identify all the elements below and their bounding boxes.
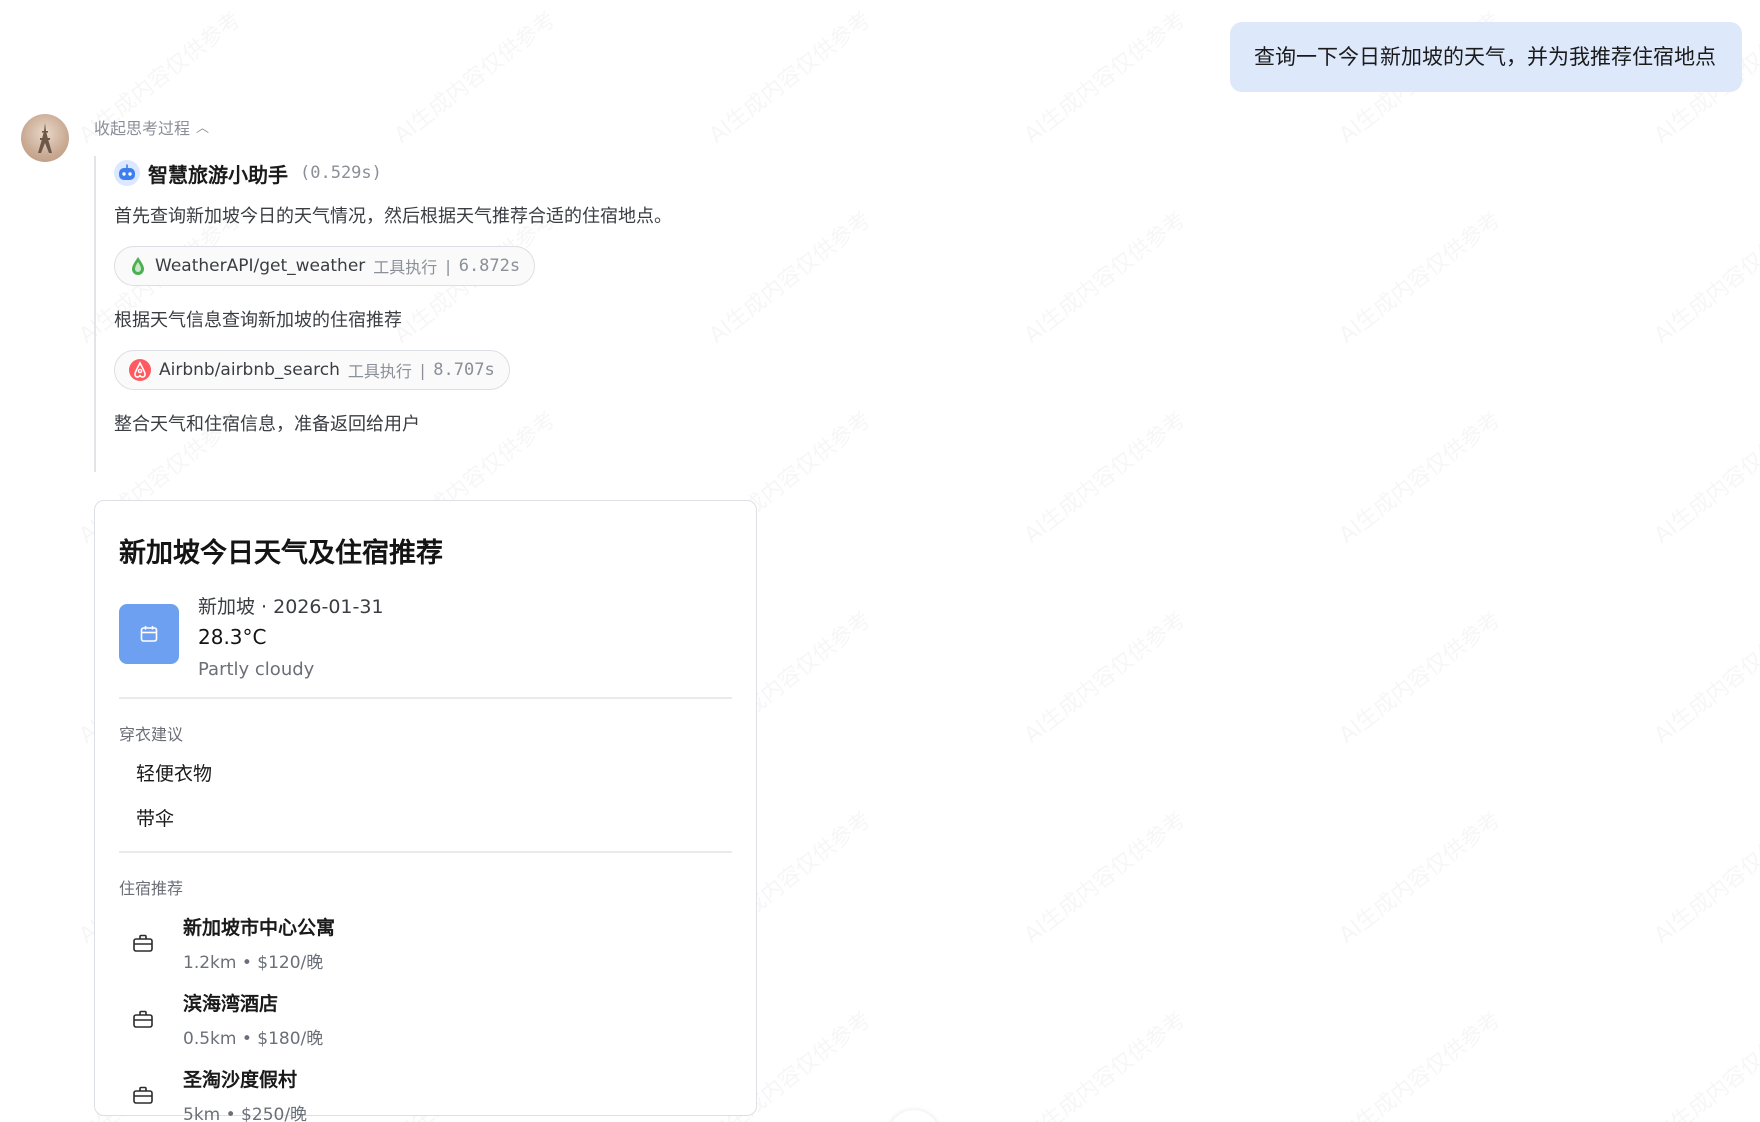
watermark-text: AI生成内容仅供参考 <box>1016 803 1191 950</box>
weather-summary: 新加坡 · 2026-01-31 28.3°C Partly cloudy <box>119 592 732 680</box>
briefcase-icon <box>133 1010 153 1028</box>
weather-place-date: 新加坡 · 2026-01-31 <box>198 596 384 618</box>
divider <box>119 697 732 699</box>
dress-section-label: 穿衣建议 <box>119 725 184 744</box>
tool-status: 工具执行 <box>347 362 412 381</box>
watermark-text: AI生成内容仅供参考 <box>1331 1003 1506 1122</box>
lodging-item[interactable]: 圣淘沙度假村 5km • $250/晚 <box>119 1065 732 1122</box>
watermark-text: AI生成内容仅供参考 <box>1016 203 1191 350</box>
thinking-step-text: 根据天气信息查询新加坡的住宿推荐 <box>114 310 402 331</box>
lodging-item[interactable]: 新加坡市中心公寓 1.2km • $120/晚 <box>119 913 732 973</box>
watermark-text: AI生成内容仅供参考 <box>1646 403 1760 550</box>
briefcase-icon <box>133 934 153 952</box>
tool-name: Airbnb/airbnb_search <box>159 360 340 380</box>
water-drop-icon <box>132 257 144 275</box>
tool-status: 工具执行 <box>373 258 438 277</box>
lodging-meta: 1.2km • $120/晚 <box>183 953 324 973</box>
tool-name: WeatherAPI/get_weather <box>155 256 366 276</box>
watermark-text: AI生成内容仅供参考 <box>1331 403 1506 550</box>
briefcase-icon <box>133 1086 153 1104</box>
assistant-avatar <box>21 114 69 162</box>
lodging-meta: 5km • $250/晚 <box>183 1105 308 1122</box>
watermark-text: AI生成内容仅供参考 <box>1331 603 1506 750</box>
user-message-text: 查询一下今日新加坡的天气，并为我推荐住宿地点 <box>1254 45 1716 69</box>
agent-response-time: (0.529s) <box>300 163 382 183</box>
chevron-up-icon: ︿ <box>196 120 210 136</box>
tool-separator: | <box>445 256 451 276</box>
tool-separator: | <box>419 360 426 380</box>
weather-temperature: 28.3°C <box>198 625 267 649</box>
lodging-name: 滨海湾酒店 <box>183 993 279 1015</box>
watermark-text: AI生成内容仅供参考 <box>701 3 876 150</box>
collapse-thinking-toggle[interactable]: 收起思考过程 ︿ <box>94 115 209 139</box>
thinking-step-text: 整合天气和住宿信息，准备返回给用户 <box>114 414 420 435</box>
thinking-step-text: 首先查询新加坡今日的天气情况，然后根据天气推荐合适的住宿地点。 <box>114 206 672 227</box>
dress-item: 轻便衣物 <box>136 763 213 785</box>
chat-page: AI生成内容仅供参考 AI生成内容仅供参考 AI生成内容仅供参考 AI生成内容仅供参考… <box>0 0 1760 1122</box>
watermark-text: AI生成内容仅供参考 <box>1016 603 1191 750</box>
scroll-to-bottom-button[interactable] <box>888 1110 940 1122</box>
dress-item: 带伞 <box>136 808 175 830</box>
watermark-text: AI生成内容仅供参考 <box>1646 203 1760 350</box>
lodging-name: 新加坡市中心公寓 <box>183 917 336 939</box>
agent-header: 智慧旅游小助手 (0.529s) <box>114 156 774 190</box>
calendar-icon <box>119 604 179 664</box>
watermark-text: AI生成内容仅供参考 <box>1016 3 1191 150</box>
tool-call-weather[interactable]: WeatherAPI/get_weather 工具执行 | 6.872s <box>114 246 536 286</box>
agent-name: 智慧旅游小助手 <box>148 162 288 187</box>
robot-icon <box>114 160 140 186</box>
user-message-bubble: 查询一下今日新加坡的天气，并为我推荐住宿地点 <box>1230 22 1742 92</box>
watermark-text: AI生成内容仅供参考 <box>1331 203 1506 350</box>
lodging-meta: 0.5km • $180/晚 <box>183 1029 324 1049</box>
weather-condition: Partly cloudy <box>198 659 315 680</box>
collapse-thinking-label: 收起思考过程 <box>94 119 191 138</box>
tool-duration: 8.707s <box>433 360 495 380</box>
watermark-text: AI生成内容仅供参考 <box>1016 403 1191 550</box>
divider <box>119 851 732 853</box>
lodging-name: 圣淘沙度假村 <box>183 1069 298 1091</box>
weather-info: 新加坡 · 2026-01-31 28.3°C Partly cloudy <box>198 592 384 680</box>
lodging-section-label: 住宿推荐 <box>119 879 184 898</box>
tool-call-airbnb[interactable]: Airbnb/airbnb_search 工具执行 | 8.707s <box>114 350 510 390</box>
thinking-process-panel: 智慧旅游小助手 (0.529s) 首先查询新加坡今日的天气情况，然后根据天气推荐… <box>94 156 774 472</box>
watermark-text: AI生成内容仅供参考 <box>1646 1003 1760 1122</box>
watermark-text: AI生成内容仅供参考 <box>386 3 561 150</box>
lodging-item[interactable]: 滨海湾酒店 0.5km • $180/晚 <box>119 989 732 1049</box>
result-card: 新加坡今日天气及住宿推荐 新加坡 · 2026-01-31 28.3°C Par… <box>94 500 757 1122</box>
watermark-text: AI生成内容仅供参考 <box>1646 803 1760 950</box>
tool-duration: 6.872s <box>458 256 521 276</box>
watermark-text: AI生成内容仅供参考 <box>1016 1003 1191 1122</box>
airbnb-icon <box>129 359 151 381</box>
watermark-text: AI生成内容仅供参考 <box>1331 803 1506 950</box>
eiffel-tower-icon <box>38 123 52 153</box>
watermark-text: AI生成内容仅供参考 <box>1646 603 1760 750</box>
card-title: 新加坡今日天气及住宿推荐 <box>119 538 443 569</box>
